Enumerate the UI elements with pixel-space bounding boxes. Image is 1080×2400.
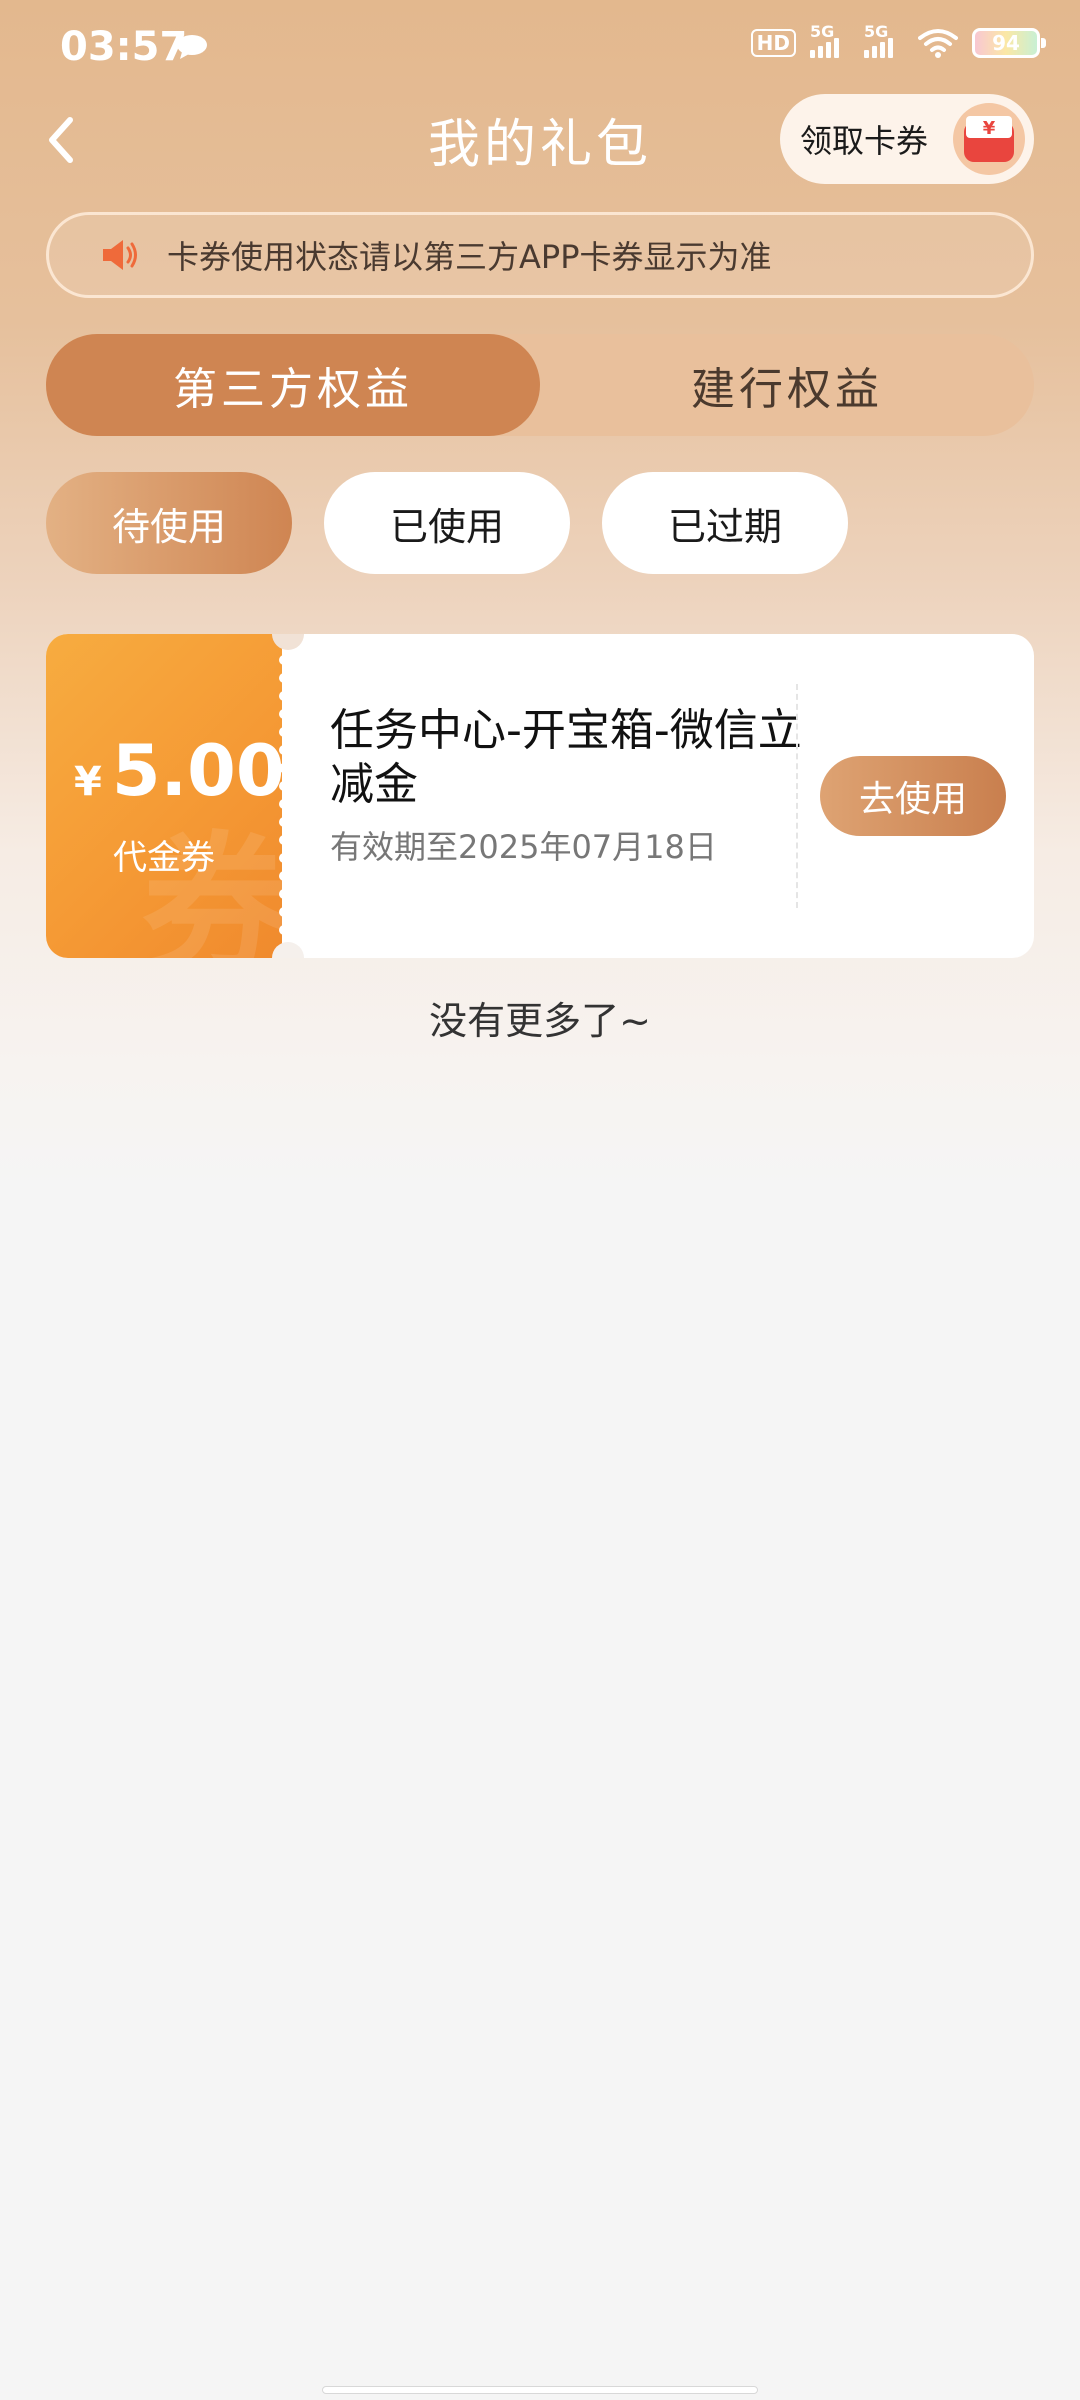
notice-text: 卡券使用状态请以第三方APP卡券显示为准 — [167, 238, 772, 276]
background-fade — [0, 1066, 1080, 1186]
filter-used[interactable]: 已使用 — [324, 472, 570, 574]
coupon-amount-value: 5.00 — [111, 730, 285, 812]
signal-icon: 5G — [810, 22, 850, 58]
status-bar: 03:57 HD 5G 5G 94 — [0, 0, 1080, 100]
coupon-expiry: 有效期至2025年07月18日 — [330, 828, 717, 866]
message-bubble-icon — [177, 35, 207, 59]
coupon-gift-symbol: ¥ — [983, 118, 996, 139]
signal-label: 5G — [864, 22, 889, 41]
hd-voice-icon: HD — [750, 29, 796, 57]
battery-icon: 94 — [972, 28, 1046, 58]
benefit-tabs: 第三方权益 建行权益 — [46, 334, 1034, 436]
tab-third-party-benefits[interactable]: 第三方权益 — [46, 334, 540, 436]
coupon-perforation — [279, 655, 289, 935]
coupon-amount: ¥ 5.00 — [74, 730, 285, 812]
coupon-divider — [796, 684, 798, 908]
home-indicator[interactable] — [322, 2386, 758, 2394]
coupon-value-panel: 券 ¥ 5.00 代金券 — [46, 634, 292, 958]
speaker-icon — [103, 240, 137, 270]
claim-coupon-button[interactable]: 领取卡券 ¥ — [780, 94, 1034, 184]
coupon-currency: ¥ — [74, 759, 102, 805]
filter-expired[interactable]: 已过期 — [602, 472, 848, 574]
tab-ccb-benefits[interactable]: 建行权益 — [540, 334, 1034, 436]
status-indicators: HD 5G 5G 94 — [750, 22, 1046, 58]
notice-banner: 卡券使用状态请以第三方APP卡券显示为准 — [46, 212, 1034, 298]
coupon-type: 代金券 — [113, 838, 215, 878]
coupon-card: 券 ¥ 5.00 代金券 任务中心-开宝箱-微信立减金 有效期至2025年07月… — [46, 634, 1034, 958]
coupon-gift-icon: ¥ — [953, 103, 1025, 175]
filter-unused[interactable]: 待使用 — [46, 472, 292, 574]
use-coupon-button[interactable]: 去使用 — [820, 756, 1006, 836]
coupon-title: 任务中心-开宝箱-微信立减金 — [330, 705, 802, 810]
no-more-text: 没有更多了~ — [429, 999, 651, 1043]
signal-label: 5G — [810, 22, 835, 41]
status-time: 03:57 — [60, 24, 188, 70]
claim-coupon-label: 领取卡券 — [800, 122, 929, 160]
signal-icon: 5G — [864, 22, 904, 58]
wifi-icon — [918, 29, 958, 58]
